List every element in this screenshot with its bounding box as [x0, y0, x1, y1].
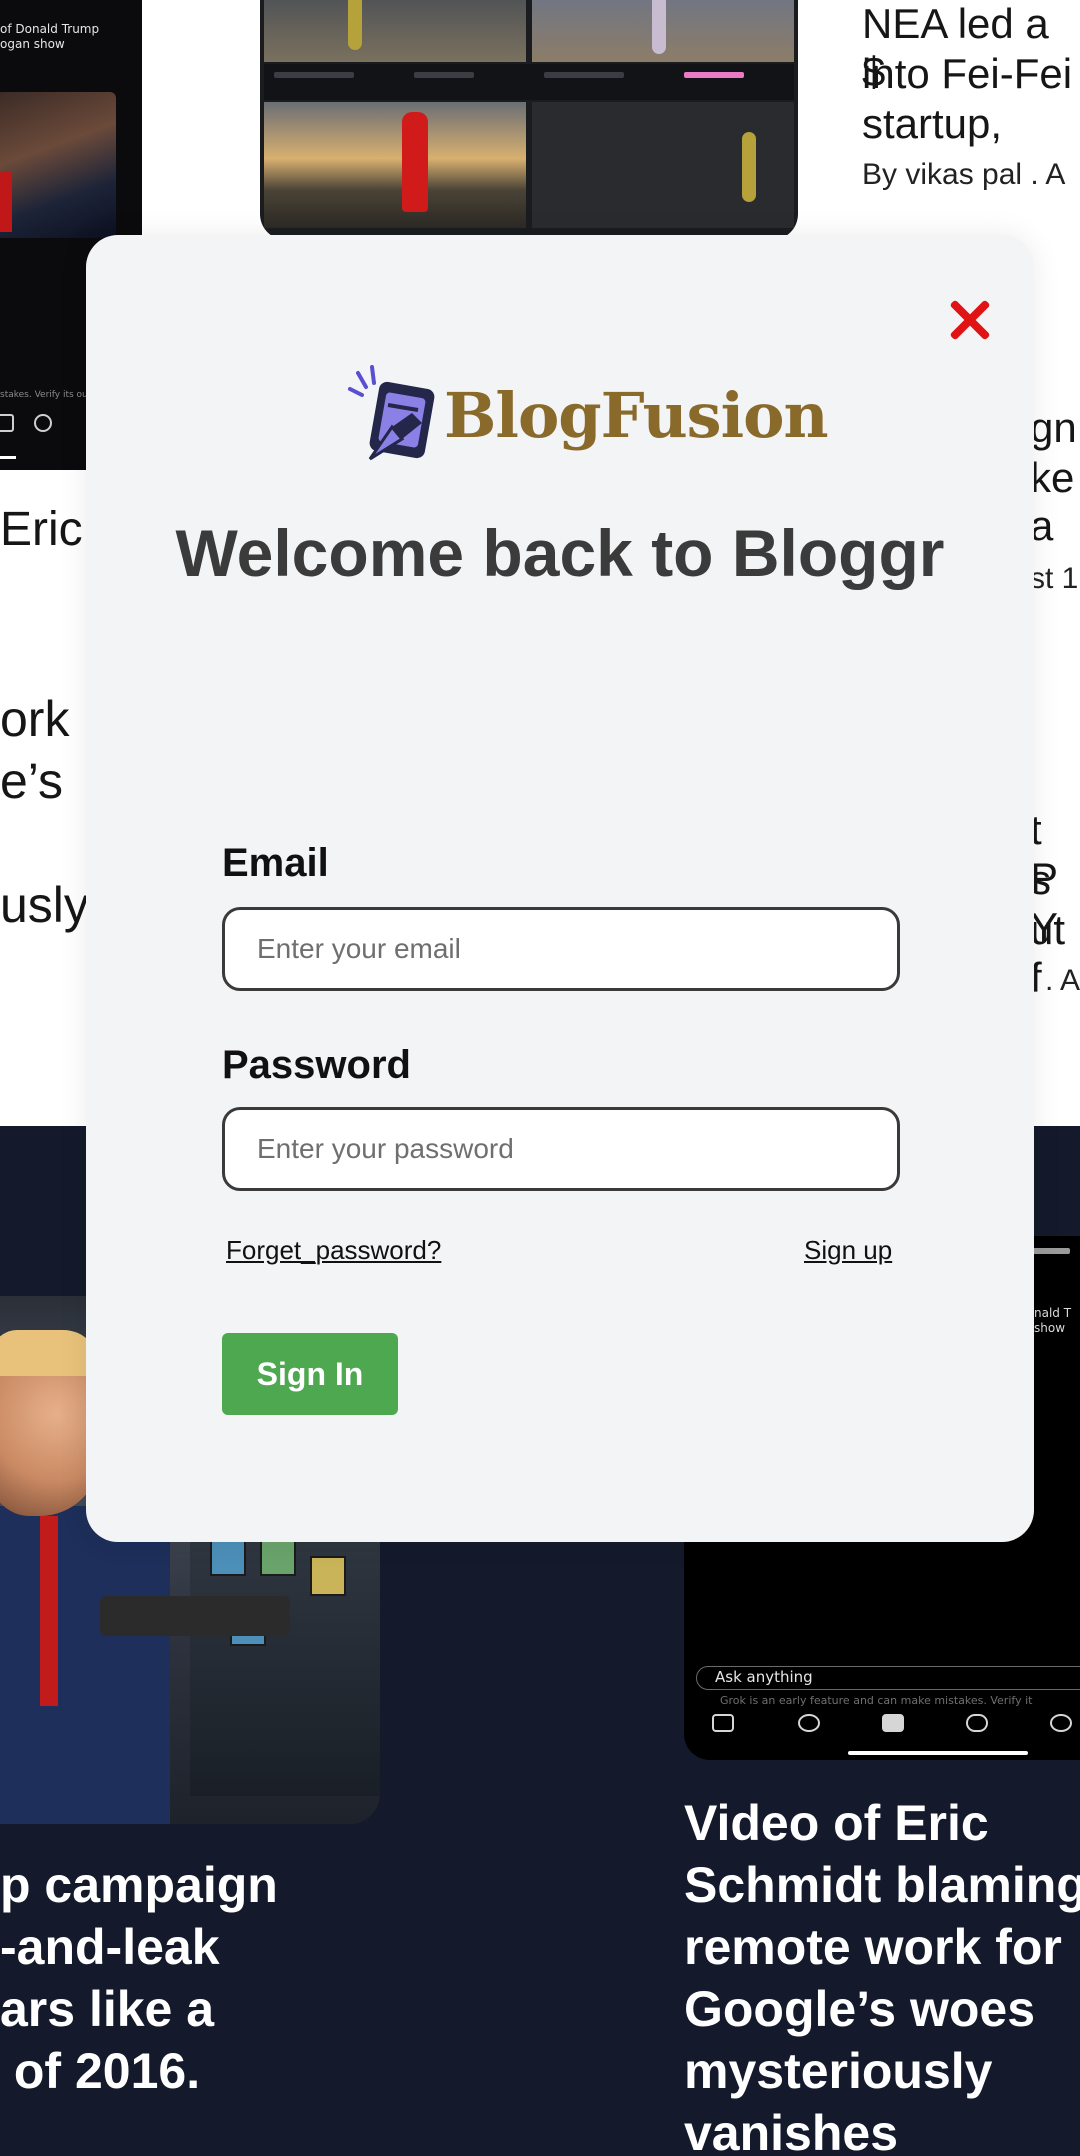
article-byline: st 1 [1030, 562, 1079, 595]
home-indicator [848, 1751, 1028, 1755]
email-label: Email [222, 841, 329, 885]
notification-icon [1050, 1714, 1072, 1732]
welcome-title: Welcome back to Bloggr [175, 516, 945, 590]
article-headline-line[interactable]: Google’s woes [684, 1980, 1035, 2038]
sign-in-button[interactable]: Sign In [222, 1333, 398, 1415]
notification-icon [34, 414, 52, 432]
article-headline-line[interactable]: startup, [862, 100, 1002, 148]
article-headline-line[interactable]: Schmidt blaming [684, 1856, 1080, 1914]
video-frame [532, 0, 794, 62]
thumbnail-side-caption: nald T show [1034, 1306, 1072, 1335]
email-field[interactable] [222, 907, 900, 991]
sign-up-link[interactable]: Sign up [804, 1235, 892, 1266]
video-frame [264, 102, 526, 228]
thumbnail-caption: of Donald Trump ogan show [0, 22, 100, 51]
close-icon[interactable] [944, 293, 996, 345]
article-thumbnail-video-editor[interactable] [260, 0, 798, 240]
home-indicator [0, 456, 16, 459]
brand-logo: BlogFusion [348, 365, 829, 465]
home-icon [712, 1714, 734, 1732]
article-headline-line[interactable]: of 2016. [0, 2042, 200, 2100]
video-toolbar [264, 64, 794, 100]
password-label: Password [222, 1043, 411, 1087]
login-modal: BlogFusion Welcome back to Bloggr Email … [86, 235, 1034, 1542]
article-headline-fragment[interactable]: usly [0, 876, 89, 934]
article-headline-line[interactable]: Video of Eric [684, 1794, 989, 1852]
thumbnail-footer-note: stakes. Verify its ou [0, 390, 88, 400]
video-frame [532, 102, 794, 228]
article-headline-fragment[interactable]: ke a [1030, 454, 1080, 550]
thumbnail-figure [0, 1506, 170, 1824]
article-headline-line[interactable]: -and-leak [0, 1918, 220, 1976]
article-headline-line[interactable]: remote work for [684, 1918, 1062, 1976]
people-icon [966, 1714, 988, 1732]
grok-disclaimer: Grok is an early feature and can make mi… [720, 1694, 1033, 1707]
article-headline-line[interactable]: into Fei-Fei [862, 50, 1072, 98]
article-headline-line[interactable]: vanishes [684, 2104, 898, 2156]
article-headline-line[interactable]: p campaign [0, 1856, 278, 1914]
brand-name: BlogFusion [444, 378, 829, 452]
article-byline: By vikas pal . A [862, 158, 1066, 191]
password-field[interactable] [222, 1107, 900, 1191]
search-icon [798, 1714, 820, 1732]
status-bar [1030, 1248, 1070, 1254]
article-byline: l . A [1030, 964, 1080, 997]
ask-anything-input: Ask anything [696, 1666, 1080, 1690]
video-frame [264, 0, 526, 62]
article-headline-fragment[interactable]: e’s [0, 752, 63, 810]
home-icon [0, 414, 14, 432]
article-headline-fragment[interactable]: ork [0, 690, 69, 748]
article-headline-fragment[interactable]: gn [1030, 404, 1077, 452]
thumbnail-portrait [0, 92, 116, 238]
forgot-password-link[interactable]: Forget_password? [226, 1235, 441, 1266]
article-headline-fragment[interactable]: Eric [0, 502, 83, 557]
article-headline-line[interactable]: ars like a [0, 1980, 214, 2038]
article-headline-line[interactable]: mysteriously [684, 2042, 992, 2100]
blog-edit-icon [348, 365, 440, 465]
compose-icon [882, 1714, 904, 1732]
